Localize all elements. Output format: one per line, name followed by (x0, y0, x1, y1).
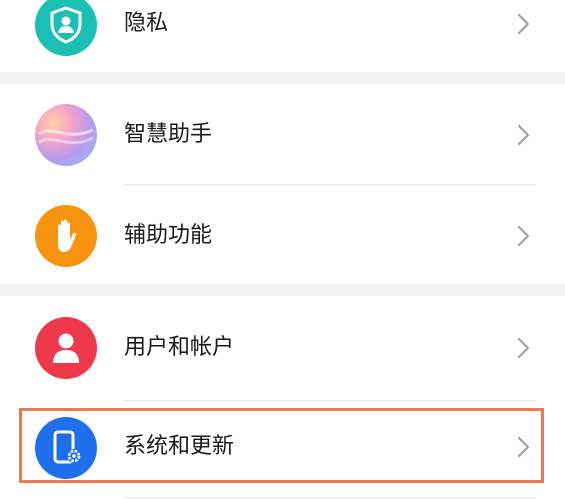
user-account-icon (35, 317, 97, 379)
settings-item-users-accounts[interactable]: 用户和帐户 (0, 296, 565, 398)
settings-group-assistant: 智慧助手 辅助功能 (0, 84, 565, 284)
settings-item-label: 智慧助手 (124, 122, 213, 147)
privacy-shield-icon (35, 0, 97, 56)
accessibility-hand-icon (35, 205, 97, 267)
settings-item-accessibility[interactable]: 辅助功能 (0, 185, 565, 287)
smart-assistant-icon (35, 104, 97, 166)
system-update-icon (35, 417, 97, 479)
settings-group-privacy: 隐私 (0, 0, 565, 72)
chevron-right-icon (517, 225, 530, 247)
settings-item-label: 系统和更新 (124, 434, 235, 459)
chevron-right-icon (517, 436, 530, 458)
settings-item-label: 用户和帐户 (124, 335, 235, 360)
settings-group-system: 用户和帐户 系统和更新 (0, 296, 565, 499)
settings-item-label: 隐私 (124, 11, 169, 36)
chevron-right-icon (517, 13, 530, 35)
settings-page: 隐私 智慧助手 辅助功能 用户和帐户 系统和更新 (0, 0, 565, 499)
settings-item-privacy[interactable]: 隐私 (0, 0, 565, 75)
chevron-right-icon (517, 124, 530, 146)
settings-item-system-update[interactable]: 系统和更新 (0, 401, 565, 499)
chevron-right-icon (517, 337, 530, 359)
settings-item-smart-assistant[interactable]: 智慧助手 (0, 84, 565, 186)
divider (124, 497, 536, 498)
settings-item-label: 辅助功能 (124, 223, 213, 248)
